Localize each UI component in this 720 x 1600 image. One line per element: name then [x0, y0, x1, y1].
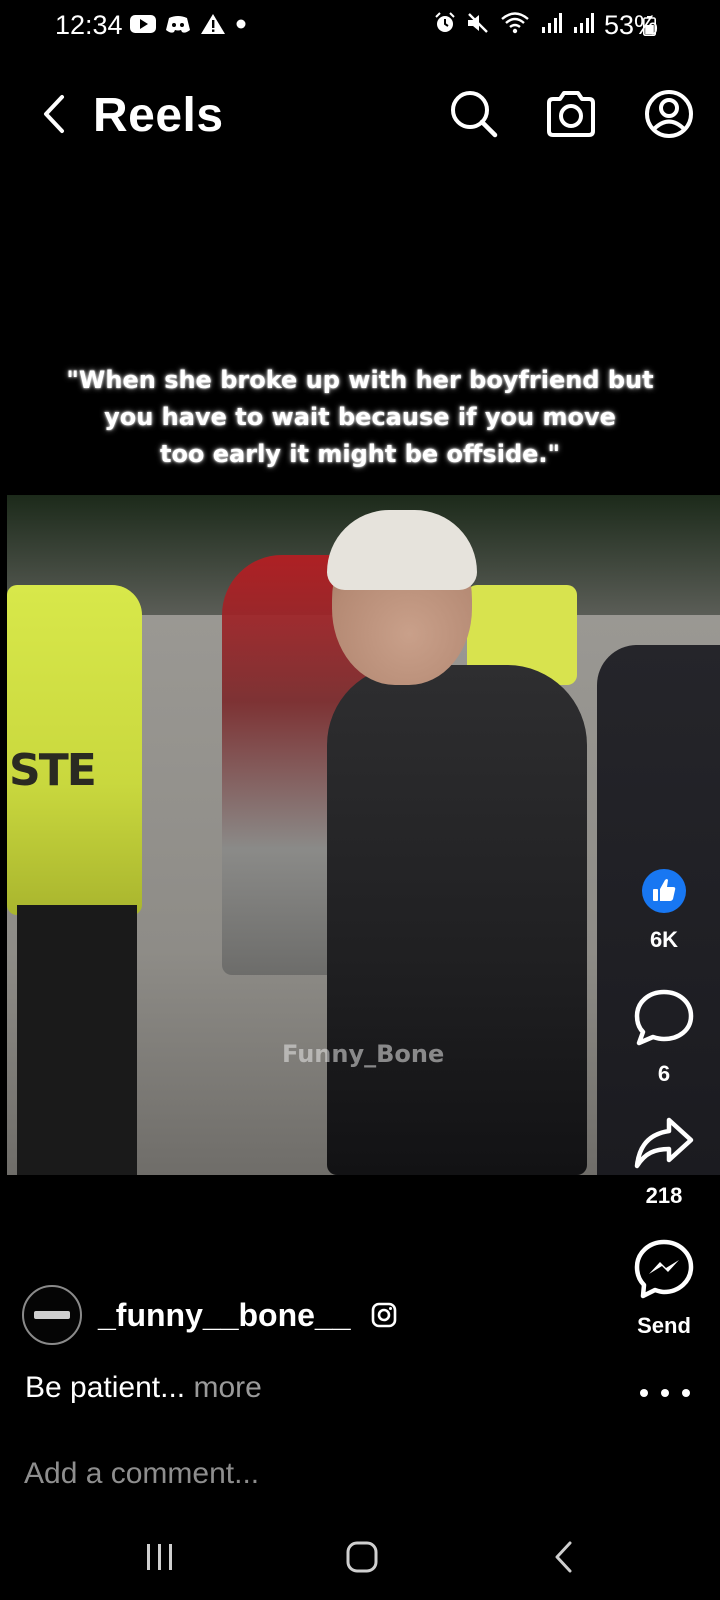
more-dot-icon — [661, 1389, 669, 1397]
post-author: _funny__bone__ — [22, 1284, 397, 1346]
author-name[interactable]: _funny__bone__ — [98, 1297, 351, 1334]
like-icon — [641, 868, 687, 919]
more-dot-icon — [640, 1389, 648, 1397]
nav-back-button[interactable] — [524, 1534, 604, 1584]
instagram-icon[interactable] — [371, 1302, 397, 1328]
signal-icon — [572, 12, 594, 39]
system-nav-bar — [0, 1520, 720, 1600]
more-dot-icon — [682, 1389, 690, 1397]
video-person — [17, 905, 137, 1175]
recent-apps-button[interactable] — [120, 1534, 200, 1584]
alarm-icon — [434, 12, 456, 39]
reels-header: Reels — [0, 80, 720, 152]
avatar-logo — [34, 1311, 70, 1319]
caption-line: "When she broke up with her boyfriend bu… — [66, 366, 654, 394]
share-count: 218 — [645, 1183, 683, 1208]
page-title: Reels — [93, 89, 224, 142]
share-button[interactable]: 218 — [612, 1116, 716, 1209]
comment-icon — [633, 988, 695, 1053]
video-main-person-hair — [327, 510, 477, 590]
status-time: 12:34 — [55, 10, 123, 40]
comment-input[interactable] — [24, 1452, 694, 1496]
video-watermark: Funny_Bone — [282, 1040, 445, 1068]
back-button[interactable] — [34, 90, 74, 142]
like-count: 6K — [649, 927, 679, 952]
search-button[interactable] — [446, 88, 502, 144]
status-notification-icons — [130, 13, 247, 39]
send-label: Send — [637, 1313, 691, 1338]
status-bar: 12:34 53% — [0, 0, 720, 54]
dot-icon — [235, 17, 247, 35]
video-vest-print: STE — [9, 745, 97, 796]
home-button[interactable] — [322, 1534, 402, 1584]
caption-line: you have to wait because if you move — [104, 403, 616, 431]
youtube-icon — [130, 14, 156, 39]
back-icon — [42, 94, 66, 139]
warning-icon — [200, 13, 226, 40]
profile-button[interactable] — [641, 88, 697, 144]
status-system-icons: 53% — [434, 10, 658, 41]
wifi-icon — [500, 11, 530, 40]
video-main-person — [327, 665, 587, 1175]
comment-button[interactable]: 6 — [612, 988, 716, 1087]
post-caption[interactable]: Be patient... more — [25, 1371, 262, 1405]
home-icon — [345, 1540, 379, 1579]
share-icon — [633, 1116, 695, 1175]
send-button[interactable]: Send — [612, 1238, 716, 1339]
avatar[interactable] — [22, 1285, 82, 1345]
discord-icon — [165, 14, 191, 39]
camera-icon — [545, 90, 597, 143]
search-icon — [448, 88, 500, 145]
signal-icon — [540, 12, 562, 39]
like-button[interactable]: 6K — [612, 868, 716, 953]
caption-more-link[interactable]: more — [193, 1371, 261, 1404]
battery-icon — [643, 16, 656, 37]
messenger-icon — [633, 1238, 695, 1305]
caption-line: too early it might be offside." — [159, 440, 561, 468]
recent-apps-icon — [144, 1542, 176, 1577]
video-caption-overlay: "When she broke up with her boyfriend bu… — [40, 362, 680, 473]
caption-text: Be patient... — [25, 1371, 186, 1404]
more-options-button[interactable] — [640, 1380, 690, 1406]
profile-icon — [643, 88, 695, 145]
comment-count: 6 — [657, 1061, 671, 1086]
back-icon — [553, 1540, 575, 1579]
mute-icon — [466, 12, 490, 39]
camera-button[interactable] — [543, 88, 599, 144]
